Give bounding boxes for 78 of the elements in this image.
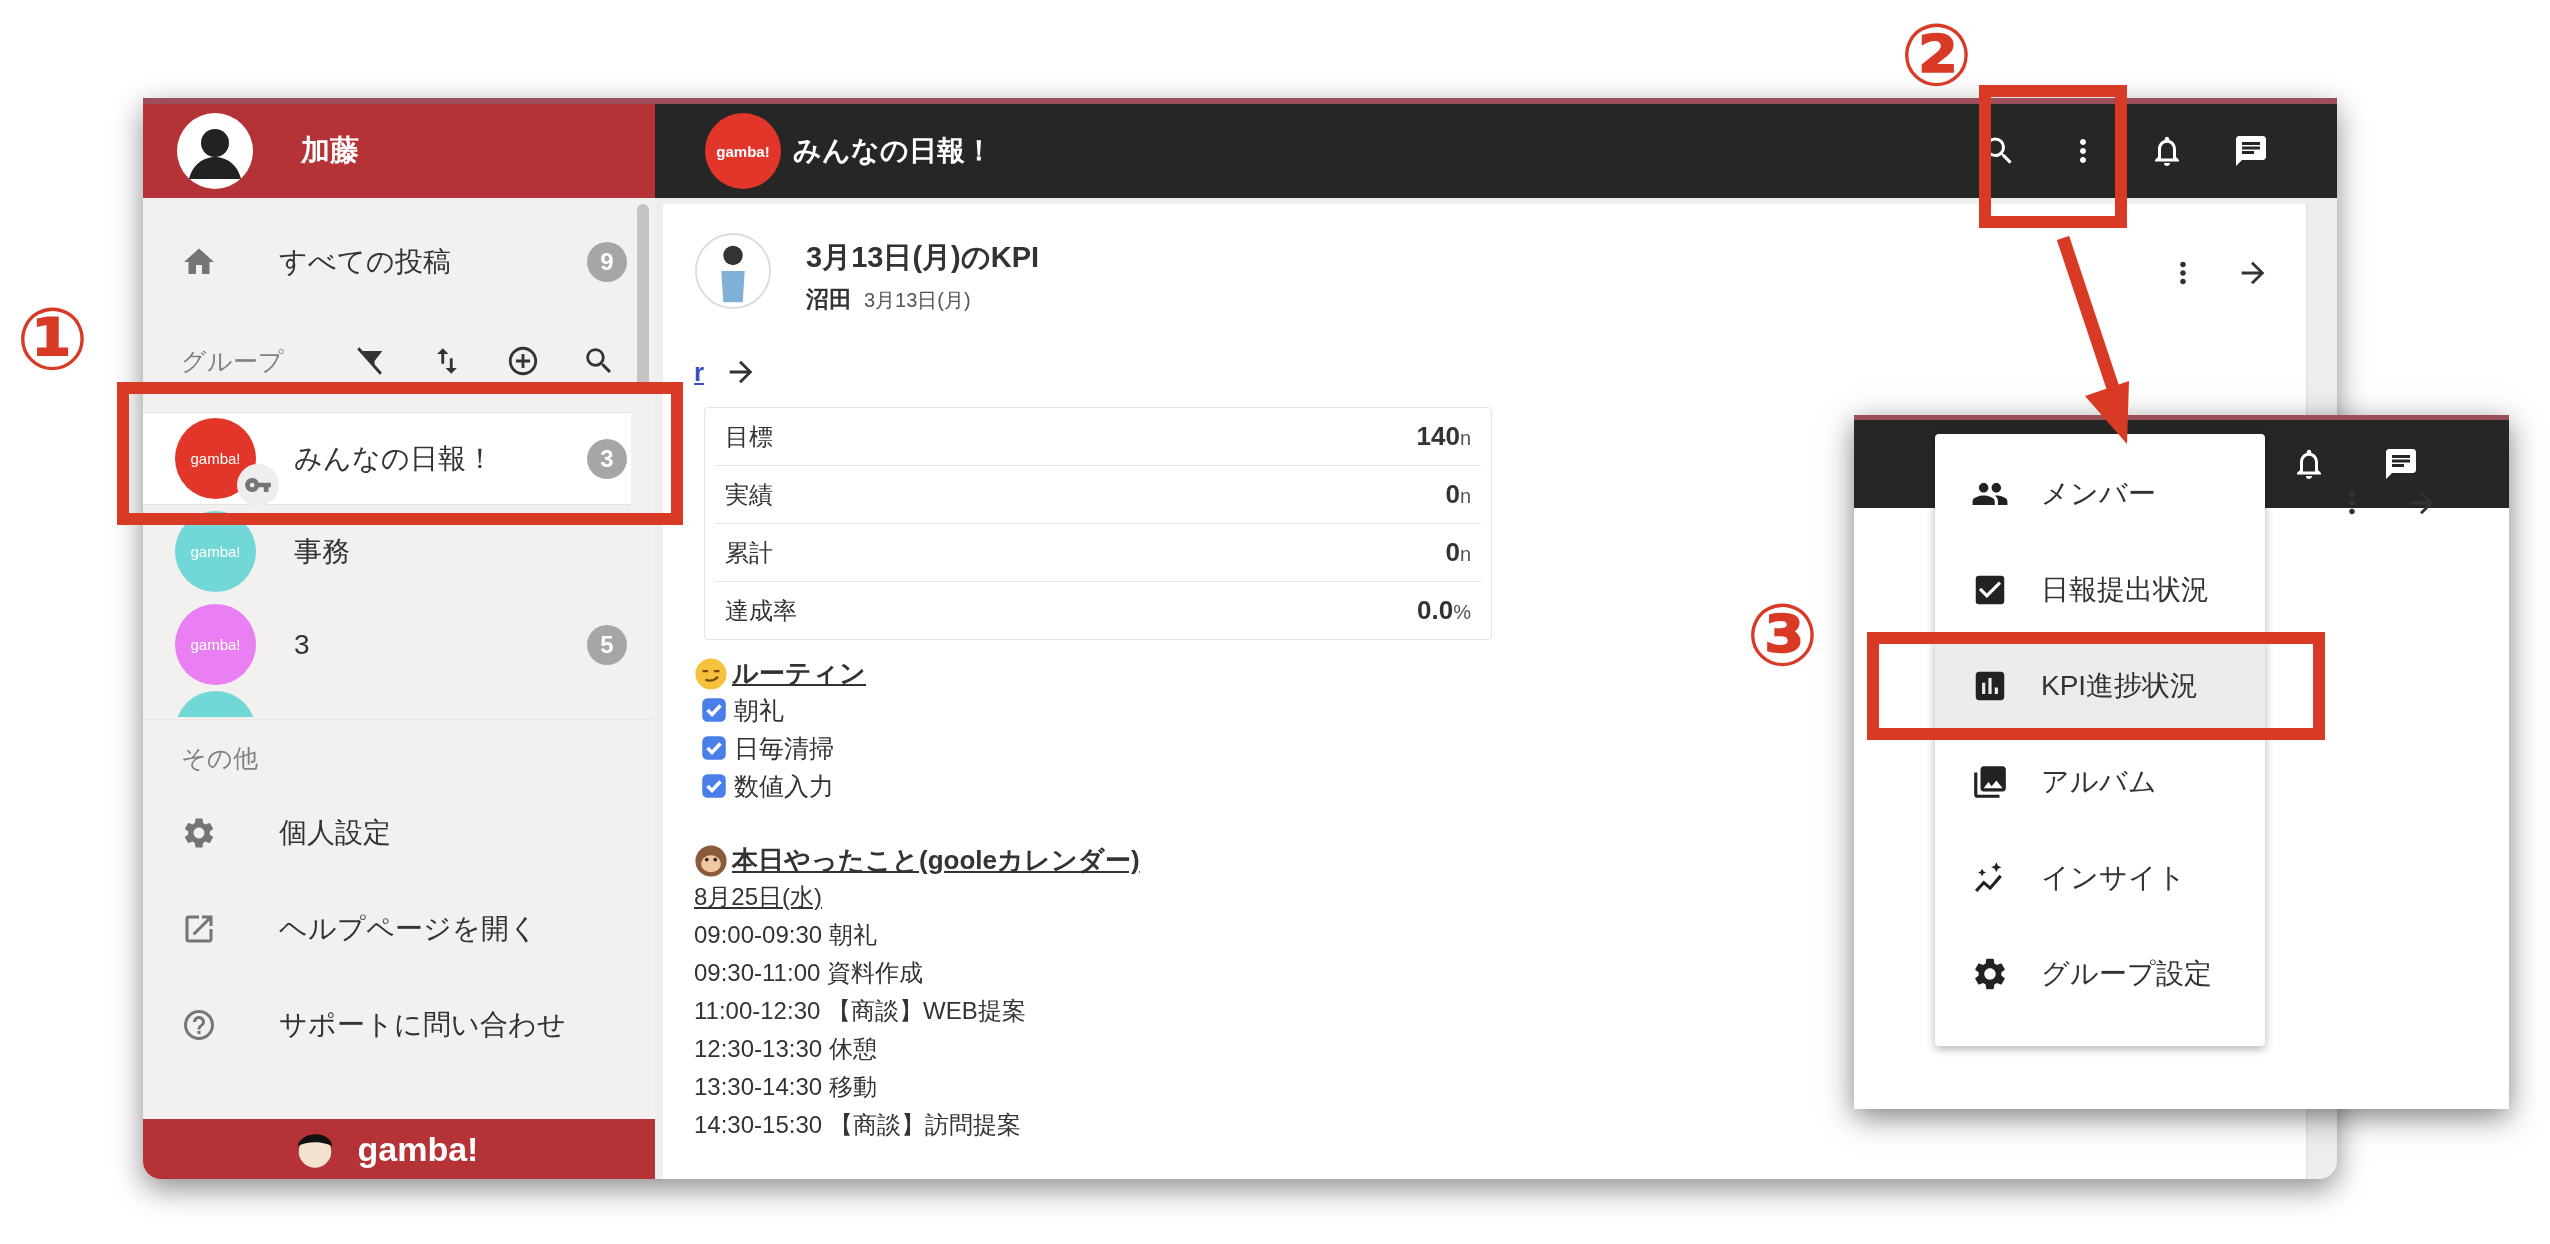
user-name: 加藤 bbox=[301, 133, 359, 168]
group-item[interactable]: gamba! 3 5 bbox=[143, 598, 631, 691]
checkbox[interactable] bbox=[702, 698, 726, 722]
kpi-unit: n bbox=[1459, 426, 1471, 451]
section-label: グループ bbox=[181, 345, 284, 377]
checklist-label: 朝礼 bbox=[734, 694, 784, 726]
photo-library-icon bbox=[1971, 763, 2009, 801]
kpi-value: 0 bbox=[1445, 478, 1460, 511]
group-title: みんなの日報！ bbox=[793, 134, 994, 168]
group-avatar: gamba! bbox=[175, 418, 256, 499]
nav-item[interactable]: サポートに問い合わせ bbox=[143, 977, 655, 1073]
group-name: みんなの日報！ bbox=[294, 441, 495, 476]
schedule-entry: 12:30-13:30 休憩 bbox=[694, 1034, 877, 1064]
group-name: 事務 bbox=[294, 534, 351, 569]
menu-label: メンバー bbox=[2041, 477, 2156, 511]
menu-item[interactable]: メンバー bbox=[1935, 452, 2265, 536]
kpi-value: 0 bbox=[1445, 536, 1460, 569]
menu-item[interactable]: グループ設定 bbox=[1935, 932, 2265, 1016]
nav-item[interactable]: ヘルプページを開く bbox=[143, 881, 655, 977]
schedule-entry: 09:30-11:00 資料作成 bbox=[694, 958, 923, 988]
menu-item[interactable]: アルバム bbox=[1935, 740, 2265, 824]
menu-item[interactable]: KPI進捗状況 bbox=[1935, 644, 2265, 728]
kpi-value: 140 bbox=[1416, 420, 1460, 453]
group-name: 3 bbox=[294, 628, 311, 661]
kpi-value: 0.0 bbox=[1417, 594, 1454, 627]
post-date: 3月13日(月) bbox=[864, 288, 971, 313]
post-title: 3月13日(月)のKPI bbox=[806, 240, 1041, 275]
menu-item[interactable]: 日報提出状況 bbox=[1935, 548, 2265, 632]
menu-label: グループ設定 bbox=[2041, 957, 2212, 991]
nav-label: すべての投稿 bbox=[279, 245, 452, 279]
step-number: ③ bbox=[1746, 592, 1819, 678]
count-badge: 5 bbox=[587, 624, 627, 665]
nav-label: サポートに問い合わせ bbox=[279, 1008, 567, 1042]
add-icon[interactable] bbox=[506, 344, 540, 378]
kpi-unit: n bbox=[1459, 484, 1471, 509]
schedule-entry: 14:30-15:30 【商談】訪問提案 bbox=[694, 1110, 1021, 1140]
count-badge: 9 bbox=[587, 242, 627, 282]
checkbox[interactable] bbox=[702, 736, 726, 760]
group-logo: gamba! bbox=[705, 113, 781, 189]
schedule-entry: 13:30-14:30 移動 bbox=[694, 1072, 877, 1102]
footer-logo: gamba! bbox=[357, 1129, 479, 1169]
checklist-label: 数値入力 bbox=[734, 770, 834, 802]
nav-label: ヘルプページを開く bbox=[279, 912, 539, 946]
kpi-label: 実績 bbox=[725, 480, 774, 510]
nav-item[interactable]: 個人設定 bbox=[143, 785, 655, 881]
smirk-emoji-icon bbox=[694, 656, 728, 691]
menu-label: 日報提出状況 bbox=[2041, 573, 2209, 607]
checkbox[interactable] bbox=[702, 774, 726, 798]
kpi-label: 達成率 bbox=[725, 596, 798, 626]
checklist-label: 日毎清掃 bbox=[734, 732, 834, 764]
section-heading: ルーティン bbox=[732, 657, 866, 690]
nav-item[interactable]: すべての投稿 9 bbox=[143, 214, 631, 310]
count-badge: 3 bbox=[587, 438, 627, 479]
group-item[interactable]: gamba! 事務 bbox=[143, 505, 631, 598]
group-item[interactable]: gamba! みんなの日報！ 3 bbox=[143, 412, 631, 505]
calendar-date: 8月25日(水) bbox=[694, 882, 823, 912]
step-number: ② bbox=[1900, 12, 1973, 98]
kpi-label: 累計 bbox=[725, 538, 774, 568]
schedule-entry: 09:00-09:30 朝礼 bbox=[694, 920, 877, 950]
chat-icon[interactable] bbox=[2383, 446, 2419, 482]
menu-item[interactable]: インサイト bbox=[1935, 836, 2265, 920]
help-icon bbox=[181, 1007, 217, 1043]
monkey-emoji-icon bbox=[694, 843, 728, 878]
kpi-unit: % bbox=[1453, 600, 1471, 625]
menu-label: KPI進捗状況 bbox=[2041, 669, 2199, 703]
kpi-label: 目標 bbox=[725, 422, 774, 452]
group-avatar: gamba! bbox=[175, 604, 256, 685]
kpi-unit: n bbox=[1459, 542, 1471, 567]
chat-icon[interactable] bbox=[2233, 133, 2269, 169]
section-label: その他 bbox=[180, 743, 259, 774]
nav-label: 個人設定 bbox=[279, 816, 392, 850]
menu-label: インサイト bbox=[2041, 861, 2186, 895]
step-number: ① bbox=[16, 296, 89, 382]
schedule-entry: 11:00-12:30 【商談】WEB提案 bbox=[694, 996, 1026, 1026]
menu-label: アルバム bbox=[2041, 765, 2157, 799]
post-link[interactable]: r bbox=[694, 356, 705, 388]
author-name: 沼田 bbox=[806, 285, 852, 314]
section-heading: 本日やったこと(gooleカレンダー) bbox=[732, 844, 1140, 877]
